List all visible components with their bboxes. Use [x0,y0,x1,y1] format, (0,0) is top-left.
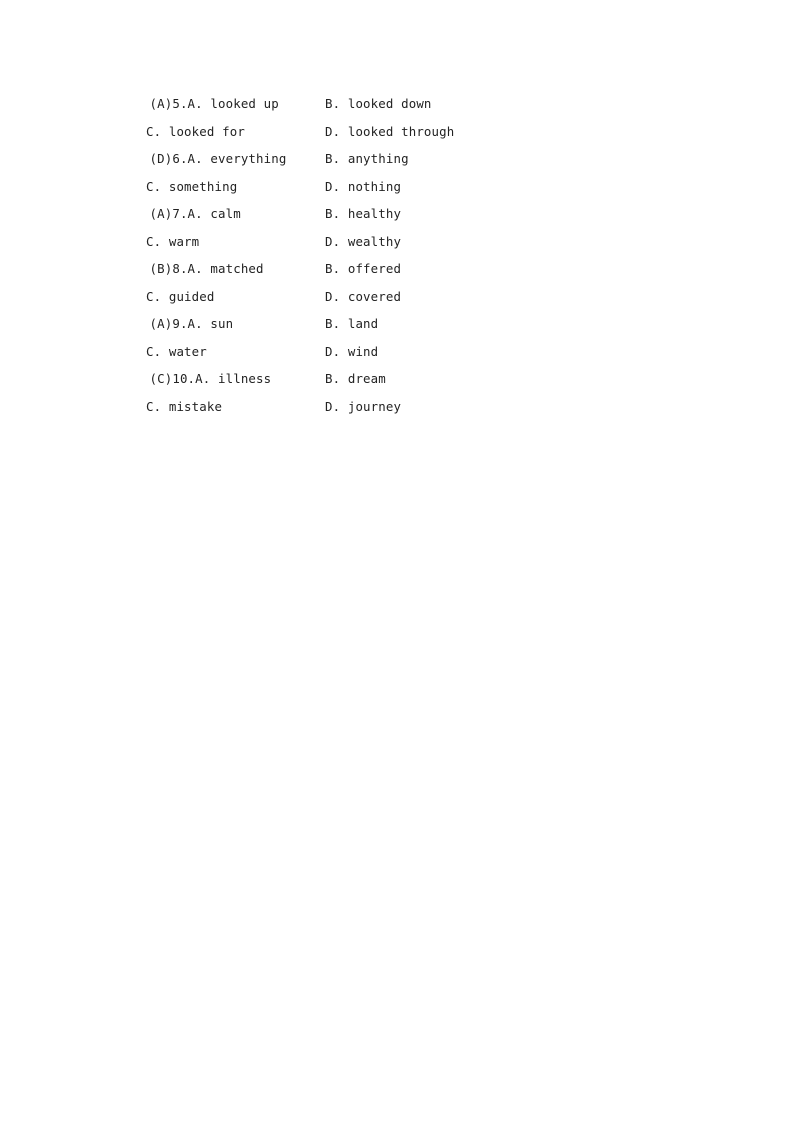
question-row-second-line: C. water D. wind [146,344,666,372]
question-7-option-b: B. healthy [325,206,402,222]
question-row-second-line: C. warm D. wealthy [146,234,666,262]
question-row-first-line: (A)9.A. sun B. land [146,316,666,344]
question-5-option-d: D. looked through [325,123,455,139]
question-row-first-line: (A)7.A. calm B. healthy [146,206,666,234]
question-10-option-b: B. dream [325,371,386,387]
question-6-option-b: B. anything [325,151,409,167]
question-row-second-line: C. guided D. covered [146,289,666,317]
document-page: (A)5.A. looked up B. looked down C. look… [0,0,800,1132]
question-row-first-line: (C)10.A. illness B. dream [146,371,666,399]
question-row-second-line: C. mistake D. journey [146,399,666,427]
question-9-option-b: B. land [325,316,379,332]
question-7-key-and-option-a: (A)7.A. calm [149,206,241,222]
question-8-key-and-option-a: (B)8.A. matched [149,261,264,277]
question-row-second-line: C. looked for D. looked through [146,124,666,152]
question-5-option-b: B. looked down [325,96,432,111]
question-row-first-line: (D)6.A. everything B. anything [146,151,666,179]
question-7-option-d: D. wealthy [325,233,402,249]
question-6-key-and-option-a: (D)6.A. everything [149,151,287,167]
question-row-second-line: C. something D. nothing [146,179,666,207]
question-8-option-d: D. covered [325,288,402,304]
question-5-key-and-option-a: (A)5.A. looked up [149,96,279,111]
question-9-option-d: D. wind [325,343,379,359]
question-8-option-b: B. offered [325,261,402,277]
question-10-option-d: D. journey [325,399,402,415]
question-10-option-c: C. mistake [146,399,223,415]
question-7-option-c: C. warm [146,233,200,249]
question-10-key-and-option-a: (C)10.A. illness [149,371,272,387]
question-row-first-line: (B)8.A. matched B. offered [146,261,666,289]
question-9-key-and-option-a: (A)9.A. sun [149,316,234,332]
question-9-option-c: C. water [146,343,207,359]
question-6-option-d: D. nothing [325,178,402,194]
question-6-option-c: C. something [146,178,238,194]
question-row-first-line: (A)5.A. looked up B. looked down [146,96,666,124]
question-list: (A)5.A. looked up B. looked down C. look… [146,96,666,427]
question-5-option-c: C. looked for [146,123,245,139]
question-8-option-c: C. guided [146,288,215,304]
